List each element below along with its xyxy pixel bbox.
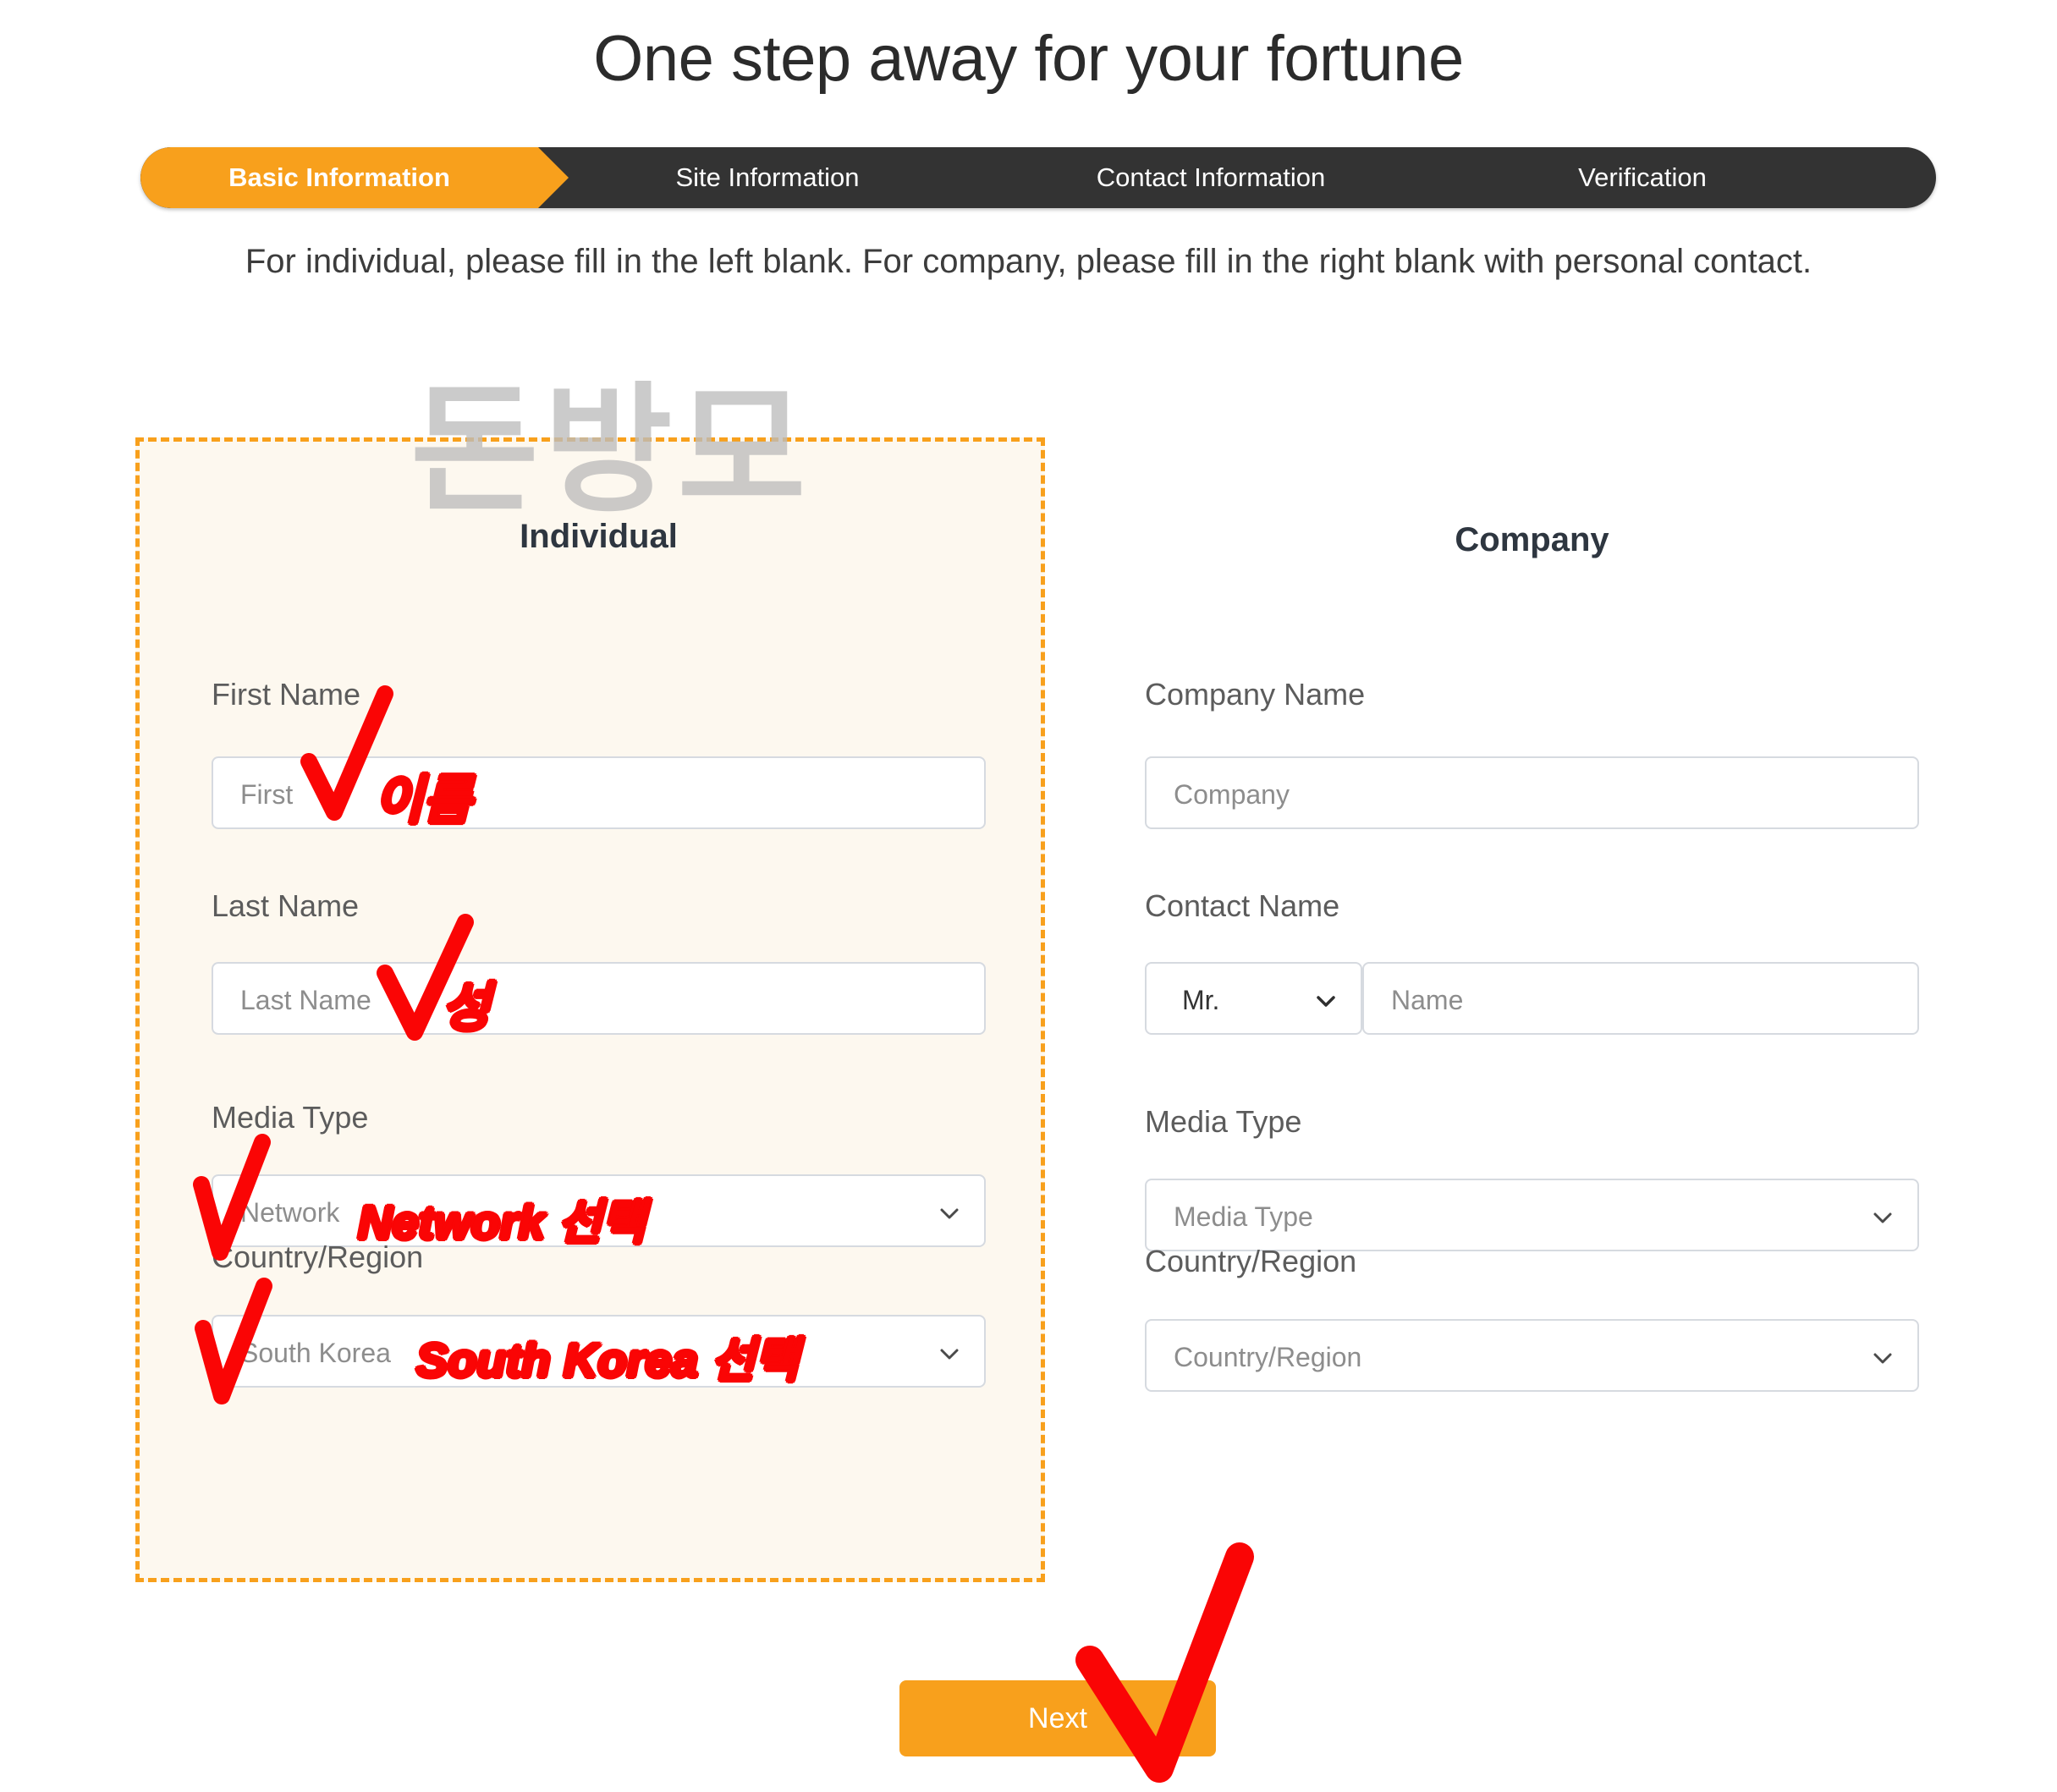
company-name-label: Company Name: [1145, 677, 1366, 712]
step-basic-information-label: Basic Information: [228, 162, 450, 192]
step-site-information[interactable]: Site Information: [569, 147, 966, 208]
last-name-input[interactable]: Last Name: [212, 962, 986, 1035]
watermark: 돈방모: [410, 372, 811, 528]
chevron-down-icon: [1872, 1207, 1894, 1229]
progress-stepbar: Basic Information Site Information Conta…: [140, 147, 1936, 208]
contact-title-select[interactable]: Mr.: [1145, 962, 1362, 1035]
contact-title-value: Mr.: [1182, 985, 1220, 1015]
step-verification[interactable]: Verification: [1444, 147, 1841, 208]
first-name-placeholder: First: [240, 779, 294, 810]
company-country-select[interactable]: Country/Region: [1145, 1319, 1919, 1392]
company-name-placeholder: Company: [1174, 779, 1290, 810]
individual-media-type-select[interactable]: Network: [212, 1174, 986, 1247]
last-name-label: Last Name: [212, 888, 360, 923]
individual-media-type-value: Network: [240, 1197, 340, 1228]
step-contact-information-label: Contact Information: [1096, 162, 1326, 192]
chevron-down-icon: [1872, 1348, 1894, 1370]
contact-name-label: Contact Name: [1145, 888, 1340, 923]
company-country-value: Country/Region: [1174, 1342, 1362, 1372]
contact-name-input[interactable]: Name: [1362, 962, 1919, 1035]
individual-media-type-label: Media Type: [212, 1100, 369, 1135]
company-name-input[interactable]: Company: [1145, 756, 1919, 829]
chevron-down-icon: [1315, 991, 1337, 1013]
last-name-placeholder: Last Name: [240, 985, 371, 1015]
chevron-down-icon: [938, 1203, 960, 1225]
company-country-label: Country/Region: [1145, 1244, 1357, 1278]
individual-country-label: Country/Region: [212, 1240, 424, 1274]
step-arrow-icon: [538, 147, 569, 208]
company-media-type-value: Media Type: [1174, 1201, 1313, 1232]
step-verification-label: Verification: [1578, 162, 1707, 192]
individual-country-select[interactable]: South Korea: [212, 1315, 986, 1388]
first-name-label: First Name: [212, 677, 361, 712]
individual-country-value: South Korea: [240, 1338, 391, 1368]
company-media-type-select[interactable]: Media Type: [1145, 1179, 1919, 1251]
chevron-down-icon: [938, 1344, 960, 1366]
page-title: One step away for your fortune: [593, 23, 1464, 95]
step-basic-information[interactable]: Basic Information: [140, 147, 538, 208]
step-contact-information[interactable]: Contact Information: [1012, 147, 1410, 208]
intro-instructions: For individual, please fill in the left …: [245, 243, 1812, 280]
first-name-input[interactable]: First: [212, 756, 986, 829]
individual-heading: Individual: [520, 518, 678, 555]
step-site-information-label: Site Information: [675, 162, 860, 192]
company-media-type-label: Media Type: [1145, 1104, 1302, 1139]
company-heading: Company: [1455, 521, 1609, 558]
next-button[interactable]: Next: [899, 1680, 1216, 1756]
contact-name-placeholder: Name: [1391, 985, 1464, 1015]
